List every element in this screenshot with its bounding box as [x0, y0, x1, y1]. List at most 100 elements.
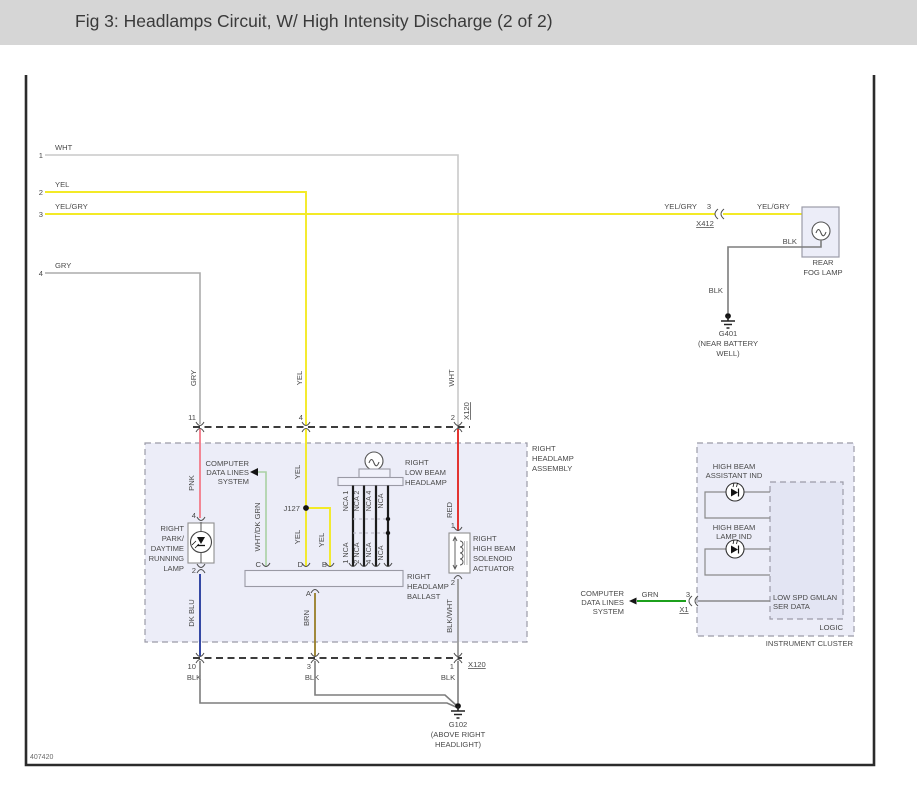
pin-b: B	[322, 560, 327, 569]
x412-wire-label-left: YEL/GRY	[664, 202, 697, 211]
pin-1: 1	[450, 662, 454, 671]
nca-bot-1: 1 NCA	[341, 542, 350, 563]
wht-vert-label: WHT	[447, 369, 456, 387]
yel-label-lower: YEL	[293, 530, 302, 544]
nca-bot-2: 2 NCA	[352, 542, 361, 563]
gmlan-2: SER DATA	[773, 602, 811, 611]
diagram-canvas: 407420 WHT 1 YEL 2 YEL/GRY 3 GRY 4 YEL/G…	[0, 0, 917, 791]
yel-vert-label: YEL	[295, 371, 304, 385]
ind1-name-2: ASSISTANT IND	[706, 471, 763, 480]
g102-loc-1: (ABOVE RIGHT	[431, 730, 486, 739]
feed-wire-yel: YEL 2	[39, 180, 306, 425]
pnk-label: PNK	[187, 475, 196, 491]
yelgry-wire-num: 3	[39, 210, 43, 219]
actuator-name-3: SOLENOID	[473, 554, 513, 563]
running-lamp-name-5: LAMP	[163, 564, 184, 573]
rear-fog-lamp: BLK BLK REAR FOG LAMP	[709, 207, 843, 313]
arrow-left-icon	[629, 598, 637, 605]
cdl2-2: DATA LINES	[581, 598, 624, 607]
cdl-2: DATA LINES	[206, 468, 249, 477]
cluster-name: INSTRUMENT CLUSTER	[766, 639, 854, 648]
ground-symbol-icon	[721, 316, 735, 328]
connector-x412: YEL/GRY 3 X412 YEL/GRY	[664, 202, 790, 228]
pin-2: 2	[451, 413, 455, 422]
ground-g102: G102 (ABOVE RIGHT HEADLIGHT)	[431, 703, 486, 749]
x412-pin: 3	[707, 202, 711, 211]
cdl2-1: COMPUTER	[581, 589, 625, 598]
wht-wire-label: WHT	[55, 143, 73, 152]
pin-11: 11	[188, 413, 196, 422]
pin-c: C	[256, 560, 262, 569]
ballast-box	[245, 571, 403, 587]
logic-label: LOGIC	[819, 623, 843, 632]
low-beam-name-3: HEADLAMP	[405, 478, 447, 487]
blk-label-mid: BLK	[305, 673, 319, 682]
yel-label-upper: YEL	[293, 465, 302, 479]
assembly-name-2: HEADLAMP	[532, 454, 574, 463]
x120-top-name: X120	[462, 402, 471, 420]
blk-label-2: BLK	[709, 286, 723, 295]
yel-wire-line	[45, 192, 306, 425]
actuator-pin-1: 1	[451, 521, 455, 530]
actuator-name-1: RIGHT	[473, 534, 497, 543]
ballast-name-2: HEADLAMP	[407, 582, 449, 591]
connector-x120-top: 11 4 2 X120 GRY YEL WHT	[188, 369, 471, 432]
actuator-name-4: ACTUATOR	[473, 564, 515, 573]
g401-name: G401	[719, 329, 738, 338]
feed-wire-wht: WHT 1	[39, 143, 458, 425]
g401-loc-2: WELL)	[716, 349, 740, 358]
nca-top-1: NCA 1	[341, 491, 350, 512]
fog-lamp-name-1: REAR	[812, 258, 834, 267]
cdl-3: SYSTEM	[218, 477, 249, 486]
blk-label-left: BLK	[187, 673, 201, 682]
splice-dot-icon	[386, 531, 390, 535]
grn-label: GRN	[642, 590, 659, 599]
lamp-pin-4: 4	[192, 511, 196, 520]
blkwht-label: BLK/WHT	[445, 599, 454, 633]
low-beam-name-1: RIGHT	[405, 458, 429, 467]
x1-pin: 3	[686, 590, 690, 599]
pin-10: 10	[188, 662, 196, 671]
nca-top-3: NCA 4	[364, 491, 373, 512]
blk-label-right: BLK	[441, 673, 455, 682]
connector-x120-bottom: 10 3 1 X120 BLK BLK BLK	[187, 653, 486, 707]
assembly-name-1: RIGHT	[532, 444, 556, 453]
nca-top-2: NCA 2	[352, 491, 361, 512]
yel-label-branch: YEL	[317, 533, 326, 547]
dkblu-label: DK BLU	[187, 599, 196, 626]
blk-label-1: BLK	[783, 237, 797, 246]
ground-symbol-icon	[451, 706, 465, 718]
blk-wire-left	[200, 661, 456, 707]
red-label: RED	[445, 501, 454, 518]
bulb-icon	[812, 222, 830, 240]
x120-bottom-name: X120	[468, 660, 486, 669]
ind2-name-1: HIGH BEAM	[713, 523, 756, 532]
gry-wire-num: 4	[39, 269, 43, 278]
low-beam-name-2: LOW BEAM	[405, 468, 446, 477]
ind1-name-1: HIGH BEAM	[713, 462, 756, 471]
running-lamp-name-1: RIGHT	[160, 524, 184, 533]
gry-wire-label: GRY	[55, 261, 71, 270]
lamp-pin-2: 2	[192, 566, 196, 575]
x412-connector-icon	[715, 209, 724, 219]
cdl2-3: SYSTEM	[593, 607, 624, 616]
g102-loc-2: HEADLIGHT)	[435, 740, 481, 749]
g401-loc-1: (NEAR BATTERY	[698, 339, 758, 348]
wht-wire-line	[45, 155, 458, 425]
blk-wire-mid	[315, 661, 456, 705]
x412-wire-label-right: YEL/GRY	[757, 202, 790, 211]
yelgry-wire-label: YEL/GRY	[55, 202, 88, 211]
bulb-base	[359, 469, 390, 478]
whtdkgrn-label: WHT/DK GRN	[253, 503, 262, 552]
running-lamp-name-3: DAYTIME	[151, 544, 184, 553]
running-lamp-name-2: PARK/	[162, 534, 185, 543]
headlamp-connector-bar	[338, 478, 403, 486]
running-lamp-name-4: RUNNING	[149, 554, 185, 563]
gry-vert-label: GRY	[189, 370, 198, 386]
yel-wire-num: 2	[39, 188, 43, 197]
yel-wire-label: YEL	[55, 180, 69, 189]
bulb-icon	[365, 452, 383, 470]
g102-name: G102	[449, 720, 468, 729]
splice-dot-icon	[303, 505, 309, 511]
actuator-pin-2: 2	[451, 578, 455, 587]
